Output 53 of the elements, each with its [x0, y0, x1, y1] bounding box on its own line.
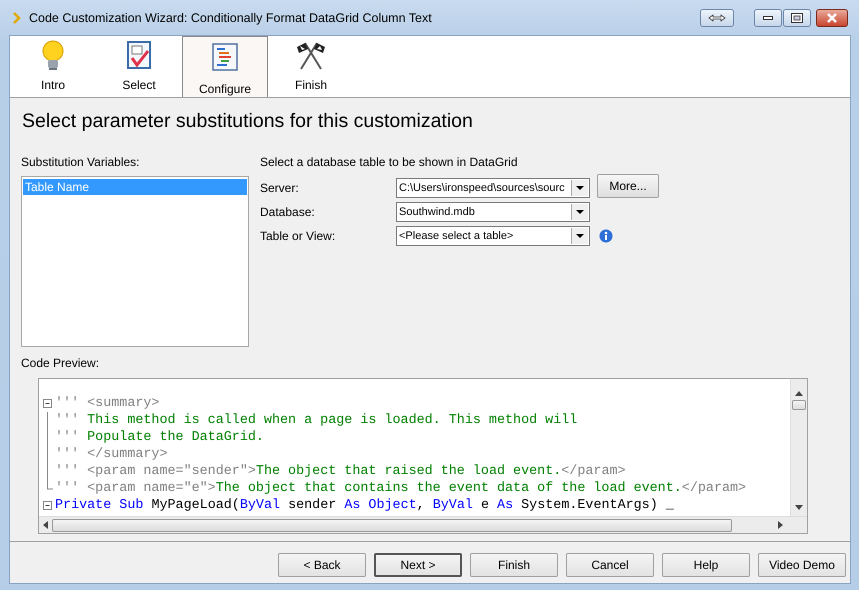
wizard-step-tab[interactable]: Select	[96, 36, 182, 97]
dropdown-arrow-icon	[576, 186, 584, 190]
horizontal-scrollbar[interactable]	[39, 516, 807, 533]
close-button[interactable]	[816, 8, 848, 26]
collapse-icon[interactable]	[43, 399, 52, 408]
close-icon	[826, 12, 838, 22]
dropdown-field[interactable]: <Please select a table>	[396, 226, 590, 246]
scrollbar-thumb[interactable]	[52, 518, 732, 532]
wizard-button[interactable]: Video Demo	[758, 553, 846, 577]
wizard-button[interactable]: < Back	[278, 553, 366, 577]
section-caption: Select a database table to be shown in DataGrid	[260, 155, 518, 169]
page-heading: Select parameter substitutions for this customization	[22, 110, 474, 133]
resize-icon	[708, 14, 726, 22]
minimize-button[interactable]	[754, 8, 782, 26]
field-label: Server:	[260, 181, 300, 195]
code-line: ''' <param name="sender">The object that raised the load event.</param>	[55, 463, 626, 480]
code-line: ''' This method is called when a page is loaded. This method will	[55, 412, 578, 429]
code-line: ''' <summary>	[55, 395, 160, 412]
scroll-right-icon[interactable]	[778, 521, 783, 529]
wizard-step-tab[interactable]: Intro	[10, 36, 96, 97]
list-label: Substitution Variables:	[21, 155, 141, 169]
maximize-button[interactable]	[783, 8, 811, 26]
vertical-scrollbar[interactable]	[790, 379, 807, 516]
scroll-up-icon[interactable]	[795, 391, 803, 396]
section-label: Code Preview:	[21, 356, 100, 370]
code-editor[interactable]	[38, 378, 808, 534]
code-line: ''' <param name="e">The object that contains the event data of the load event.</param>	[55, 480, 746, 497]
code-line: Private Sub MyPageLoad(ByVal sender As Object, ByVal e As System.EventArgs) _	[55, 497, 674, 514]
scroll-down-icon[interactable]	[795, 505, 803, 510]
wizard-button[interactable]: Cancel	[566, 553, 654, 577]
fold-end-line	[47, 480, 54, 490]
dropdown-arrow-icon	[576, 234, 584, 238]
window-title: Code Customization Wizard: Conditionally Format DataGrid Column Text	[29, 10, 433, 24]
dropdown-arrow-icon	[576, 210, 584, 214]
minimize-icon	[763, 16, 773, 20]
collapse-icon[interactable]	[43, 501, 52, 510]
scrollbar-thumb[interactable]	[792, 400, 806, 410]
wizard-button[interactable]: Next >	[374, 553, 462, 577]
dropdown-field[interactable]: Southwind.mdb	[396, 202, 590, 222]
code-line: ''' Populate the DataGrid.	[55, 429, 264, 446]
scroll-left-icon[interactable]	[43, 521, 48, 529]
field-label: Table or View:	[260, 229, 336, 243]
dropdown-field[interactable]: C:\Users\ironspeed\sources\sourc	[396, 178, 590, 198]
field-label: Database:	[260, 205, 316, 219]
wizard-button[interactable]: Help	[662, 553, 750, 577]
resize-button[interactable]	[700, 8, 734, 26]
wizard-step-tab[interactable]: Finish	[268, 36, 354, 97]
maximize-icon	[791, 12, 803, 22]
code-line: ''' </summary>	[55, 446, 168, 463]
more-button[interactable]: More...	[597, 174, 659, 198]
wizard-step-tab[interactable]: Configure	[182, 36, 268, 97]
wizard-button[interactable]: Finish	[470, 553, 558, 577]
app-icon	[13, 12, 21, 24]
